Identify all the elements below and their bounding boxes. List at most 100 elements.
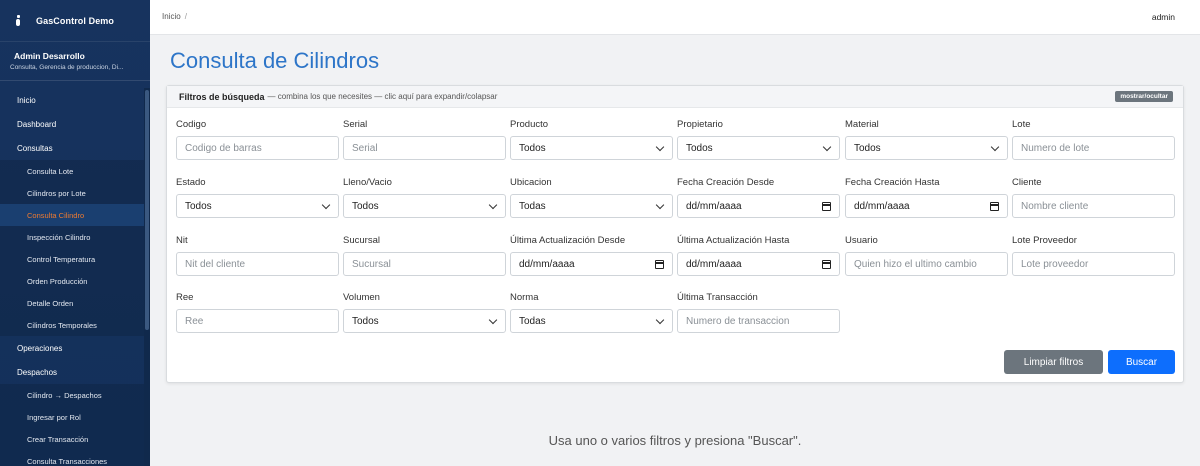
field-volumen: Volumen Todos	[343, 292, 506, 333]
sidebar-item-ingresar-por-rol[interactable]: Ingresar por Rol	[0, 406, 144, 428]
cliente-input[interactable]: Nombre cliente	[1012, 194, 1175, 218]
calendar-icon[interactable]	[990, 202, 999, 211]
usuario-label: Usuario	[845, 235, 878, 246]
sidebar-item-detalle-orden[interactable]: Detalle Orden	[0, 292, 144, 314]
ultima-act-hasta-value: dd/mm/aaaa	[686, 258, 742, 270]
sidebar-item-dashboard[interactable]: Dashboard	[0, 112, 144, 136]
fecha-creacion-desde-input[interactable]: dd/mm/aaaa	[677, 194, 840, 218]
field-ultima-transaccion: Última Transacción Numero de transaccion	[677, 292, 840, 333]
field-ree: Ree Ree	[176, 292, 339, 333]
app-title: GasControl Demo	[36, 15, 115, 26]
field-propietario: Propietario Todos	[677, 119, 840, 160]
sidebar-item-orden-produccion[interactable]: Orden Producción	[0, 270, 144, 292]
lote-proveedor-input[interactable]: Lote proveedor	[1012, 252, 1175, 276]
nit-input[interactable]: Nit del cliente	[176, 252, 339, 276]
username[interactable]: admin	[1152, 12, 1175, 22]
chevron-down-icon	[822, 142, 832, 152]
chevron-down-icon	[321, 200, 331, 210]
filters-hint: — combina los que necesites — clic aquí …	[267, 92, 498, 101]
field-fecha-creacion-desde: Fecha Creación Desde dd/mm/aaaa	[677, 177, 840, 218]
clear-filters-button[interactable]: Limpiar filtros	[1004, 350, 1103, 374]
user-name: Admin Desarrollo	[14, 51, 85, 61]
norma-label: Norma	[510, 292, 539, 303]
usuario-input[interactable]: Quien hizo el ultimo cambio	[845, 252, 1008, 276]
sucursal-input[interactable]: Sucursal	[343, 252, 506, 276]
sidebar-item-operaciones[interactable]: Operaciones	[0, 336, 144, 360]
chevron-down-icon	[990, 142, 1000, 152]
toggle-filters-badge[interactable]: mostrar/ocultar	[1115, 91, 1173, 102]
sidebar-item-cilindros-temporales[interactable]: Cilindros Temporales	[0, 314, 144, 336]
lote-label: Lote	[1012, 119, 1031, 130]
nit-label: Nit	[176, 235, 188, 246]
ree-label: Ree	[176, 292, 194, 303]
fecha-creacion-desde-label: Fecha Creación Desde	[677, 177, 775, 188]
estado-value: Todos	[185, 200, 212, 212]
lleno-vacio-value: Todos	[352, 200, 379, 212]
user-block: Admin Desarrollo Consulta, Gerencia de p…	[0, 42, 150, 81]
propietario-select[interactable]: Todos	[677, 136, 840, 160]
ubicacion-value: Todas	[519, 200, 546, 212]
breadcrumb-inicio[interactable]: Inicio	[162, 12, 181, 21]
field-cliente: Cliente Nombre cliente	[1012, 177, 1175, 218]
chevron-down-icon	[655, 315, 665, 325]
calendar-icon[interactable]	[822, 260, 831, 269]
serial-input[interactable]: Serial	[343, 136, 506, 160]
sidebar: GasControl Demo Admin Desarrollo Consult…	[0, 0, 150, 466]
lote-input[interactable]: Numero de lote	[1012, 136, 1175, 160]
filters-title: Filtros de búsqueda	[179, 91, 265, 102]
norma-select[interactable]: Todas	[510, 309, 673, 333]
sidebar-item-consulta-lote[interactable]: Consulta Lote	[0, 160, 144, 182]
field-fecha-creacion-hasta: Fecha Creación Hasta dd/mm/aaaa	[845, 177, 1008, 218]
fecha-creacion-desde-value: dd/mm/aaaa	[686, 200, 742, 212]
calendar-icon[interactable]	[655, 260, 664, 269]
ree-input[interactable]: Ree	[176, 309, 339, 333]
lleno-vacio-select[interactable]: Todos	[343, 194, 506, 218]
gas-cylinder-icon	[14, 14, 24, 27]
material-value: Todos	[854, 142, 881, 154]
search-button[interactable]: Buscar	[1108, 350, 1175, 374]
fecha-creacion-hasta-input[interactable]: dd/mm/aaaa	[845, 194, 1008, 218]
chevron-down-icon	[655, 142, 665, 152]
field-sucursal: Sucursal Sucursal	[343, 235, 506, 276]
field-nit: Nit Nit del cliente	[176, 235, 339, 276]
field-lote: Lote Numero de lote	[1012, 119, 1175, 160]
sidebar-item-consulta-transacciones[interactable]: Consulta Transacciones	[0, 450, 144, 466]
empty-state-message: Usa uno o varios filtros y presiona "Bus…	[548, 433, 802, 448]
producto-select[interactable]: Todos	[510, 136, 673, 160]
field-norma: Norma Todas	[510, 292, 673, 333]
sidebar-item-consulta-cilindro[interactable]: Consulta Cilindro	[0, 204, 144, 226]
ultima-transaccion-input[interactable]: Numero de transaccion	[677, 309, 840, 333]
calendar-icon[interactable]	[822, 202, 831, 211]
estado-label: Estado	[176, 177, 206, 188]
fecha-creacion-hasta-value: dd/mm/aaaa	[854, 200, 910, 212]
ultima-act-desde-input[interactable]: dd/mm/aaaa	[510, 252, 673, 276]
sidebar-item-inspeccion-cilindro[interactable]: Inspección Cilindro	[0, 226, 144, 248]
sidebar-item-consultas[interactable]: Consultas	[0, 136, 144, 160]
sidebar-item-cilindro-despachos[interactable]: Cilindro → Despachos	[0, 384, 144, 406]
volumen-select[interactable]: Todos	[343, 309, 506, 333]
codigo-input[interactable]: Codigo de barras	[176, 136, 339, 160]
codigo-label: Codigo	[176, 119, 207, 130]
sidebar-item-cilindros-por-lote[interactable]: Cilindros por Lote	[0, 182, 144, 204]
serial-label: Serial	[343, 119, 368, 130]
producto-label: Producto	[510, 119, 549, 130]
field-producto: Producto Todos	[510, 119, 673, 160]
ultima-act-hasta-input[interactable]: dd/mm/aaaa	[677, 252, 840, 276]
user-role: Consulta, Gerencia de produccion, Di...	[10, 64, 124, 71]
lleno-vacio-label: Lleno/Vacio	[343, 177, 392, 188]
chevron-down-icon	[488, 200, 498, 210]
estado-select[interactable]: Todos	[176, 194, 339, 218]
ubicacion-label: Ubicacion	[510, 177, 552, 188]
filters-header[interactable]: Filtros de búsqueda — combina los que ne…	[167, 86, 1183, 108]
breadcrumb-separator: /	[184, 12, 187, 21]
sidebar-item-inicio[interactable]: Inicio	[0, 88, 144, 112]
page-title: Consulta de Cilindros	[170, 48, 380, 73]
brand[interactable]: GasControl Demo	[0, 0, 150, 42]
material-select[interactable]: Todos	[845, 136, 1008, 160]
sidebar-item-crear-transaccion[interactable]: Crear Transacción	[0, 428, 144, 450]
ubicacion-select[interactable]: Todas	[510, 194, 673, 218]
ultima-act-desde-value: dd/mm/aaaa	[519, 258, 575, 270]
sidebar-scroll-thumb[interactable]	[145, 90, 149, 330]
sidebar-item-control-temperatura[interactable]: Control Temperatura	[0, 248, 144, 270]
sidebar-item-despachos[interactable]: Despachos	[0, 360, 144, 384]
